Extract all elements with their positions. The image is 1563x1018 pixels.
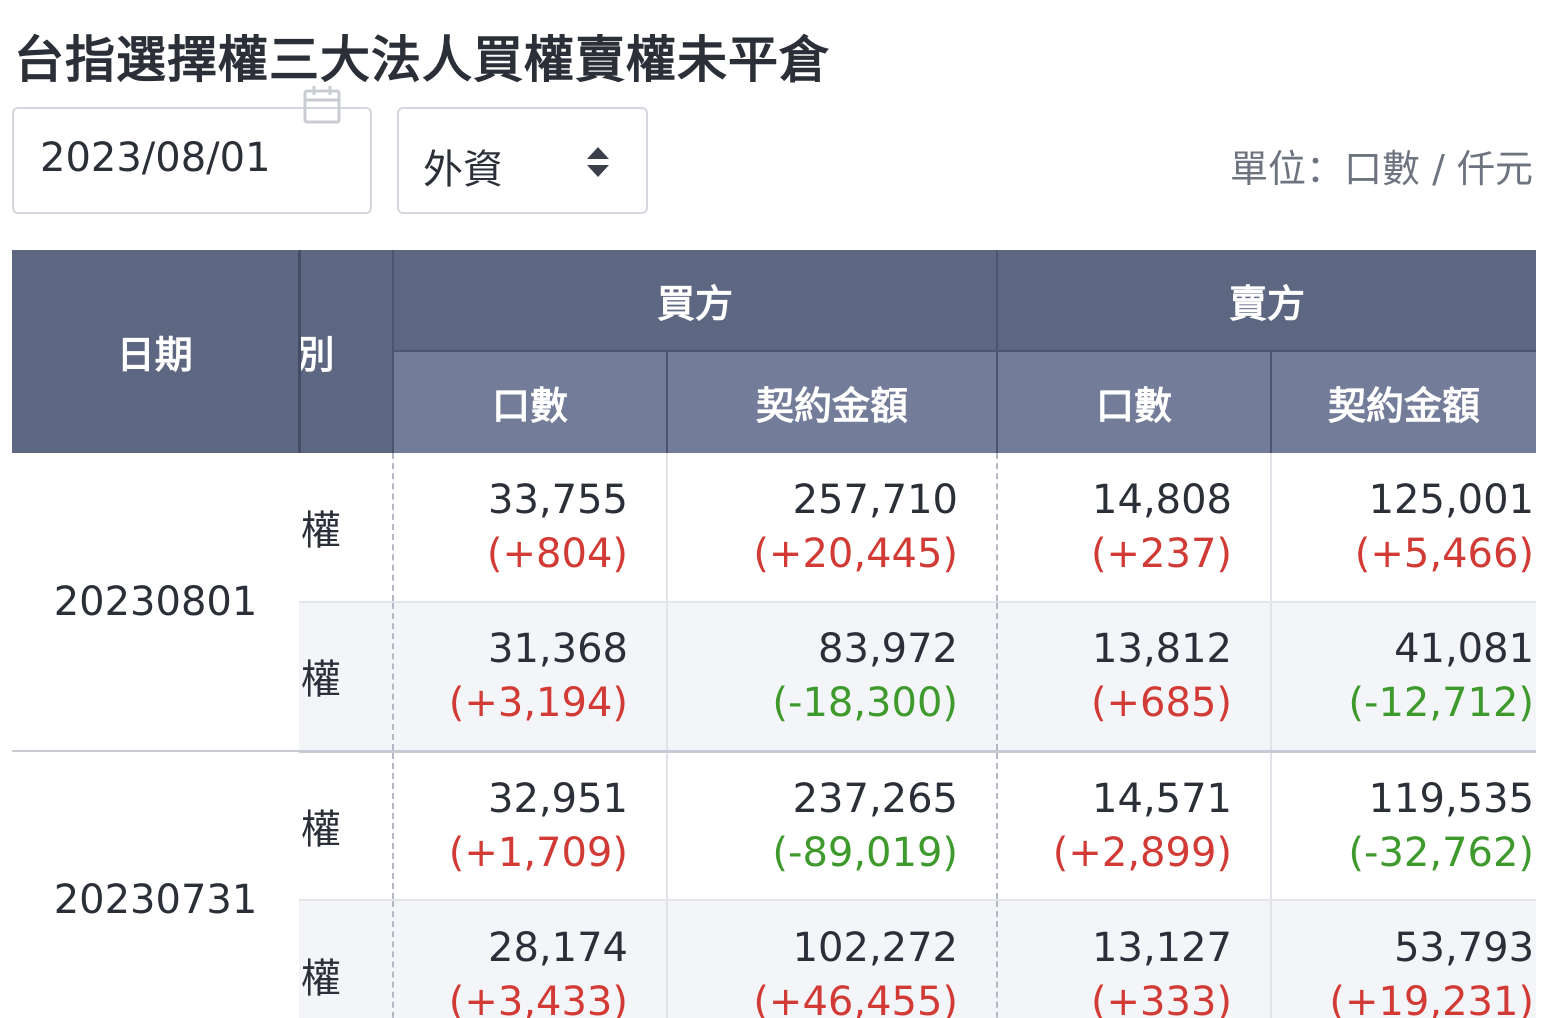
buy-amount-change: (-89,019)	[772, 829, 959, 876]
investor-select-value: 外資	[423, 147, 503, 193]
buy-amount-change: (+20,445)	[753, 531, 959, 577]
sell-qty-value: 13,812	[1092, 626, 1233, 673]
type-label: 賣權	[299, 955, 341, 1002]
header-buy-qty: 口數	[392, 350, 667, 453]
sell-qty-cell: 14,571 (+2,899)	[996, 751, 1272, 901]
date-picker[interactable]	[12, 86, 372, 214]
buy-qty-cell: 31,368 (+3,194)	[392, 602, 667, 753]
open-interest-table-container[interactable]: 日期 權別 買方 賣方 口數 契約金額 口數 契約金額 20230801 買權 …	[12, 250, 1536, 1018]
date-cell: 20230801	[12, 453, 299, 752]
buy-qty-change: (+804)	[486, 531, 628, 577]
sell-amount-cell: 125,001 (+5,466)	[1270, 453, 1536, 603]
sell-qty-change: (+685)	[1090, 680, 1233, 727]
date-cell: 20230731	[12, 751, 299, 1018]
header-sell-amount: 契約金額	[1270, 350, 1536, 453]
type-cell: 買權	[299, 453, 393, 603]
type-label: 買權	[299, 806, 341, 853]
buy-amount-value: 102,272	[792, 924, 959, 971]
type-cell: 賣權	[299, 602, 393, 753]
type-label: 買權	[299, 508, 341, 554]
table-row: 20230801 買權 33,755 (+804) 257,710 (+20,445…	[12, 453, 1536, 752]
buy-qty-change: (+3,433)	[448, 978, 628, 1018]
buy-qty-value: 33,755	[488, 477, 628, 523]
sell-qty-value: 14,571	[1092, 775, 1233, 822]
header-sell-amount-label: 契約金額	[1328, 384, 1481, 428]
type-cell: 買權	[299, 751, 393, 901]
sell-amount-change: (+5,466)	[1354, 531, 1535, 577]
header-date: 日期	[12, 250, 301, 453]
header-sell-qty: 口數	[996, 350, 1272, 453]
header-type-label: 權別	[299, 333, 335, 377]
buy-amount-value: 83,972	[818, 626, 959, 673]
unit-label: 單位：口數 / 仟元	[1230, 147, 1533, 191]
buy-qty-cell: 32,951 (+1,709)	[392, 751, 667, 901]
sell-qty-value: 14,808	[1092, 477, 1233, 523]
sell-amount-value: 125,001	[1368, 477, 1535, 523]
open-interest-table: 日期 權別 買方 賣方 口數 契約金額 口數 契約金額 20230801 買權 …	[12, 250, 1536, 1018]
sell-qty-cell: 13,812 (+685)	[996, 602, 1272, 753]
header-buy-amount-label: 契約金額	[756, 384, 909, 428]
sell-qty-change: (+237)	[1090, 531, 1233, 577]
buy-amount-cell: 237,265 (-89,019)	[665, 751, 998, 901]
calendar-icon[interactable]	[302, 85, 342, 125]
sell-qty-cell: 14,808 (+237)	[996, 453, 1272, 603]
header-type: 權別	[299, 250, 393, 453]
header-buy-amount: 契約金額	[665, 350, 998, 453]
sell-qty-value: 13,127	[1092, 924, 1233, 971]
buy-qty-cell: 28,174 (+3,433)	[392, 900, 667, 1018]
sell-amount-value: 53,793	[1394, 924, 1535, 971]
buy-qty-value: 32,951	[488, 775, 628, 822]
buy-amount-cell: 102,272 (+46,455)	[665, 900, 998, 1018]
sell-qty-cell: 13,127 (+333)	[996, 900, 1272, 1018]
buy-qty-cell: 33,755 (+804)	[392, 453, 667, 603]
sell-amount-cell: 41,081 (-12,712)	[1270, 602, 1536, 753]
buy-qty-change: (+1,709)	[448, 829, 628, 876]
sell-amount-change: (-12,712)	[1348, 680, 1535, 727]
sell-amount-value: 119,535	[1368, 775, 1535, 822]
buy-amount-change: (-18,300)	[772, 680, 959, 727]
buy-amount-cell: 83,972 (-18,300)	[665, 602, 998, 753]
sell-amount-cell: 53,793 (+19,231)	[1270, 900, 1536, 1018]
sell-qty-change: (+2,899)	[1052, 829, 1233, 876]
up-down-arrows-icon	[587, 147, 609, 177]
header-buy-qty-label: 口數	[491, 384, 568, 428]
buy-qty-change: (+3,194)	[448, 680, 628, 727]
table-row: 20230731 買權 32,951 (+1,709) 237,265 (-89,0…	[12, 751, 1536, 1018]
header-sell: 賣方	[996, 250, 1536, 351]
type-cell: 賣權	[299, 900, 393, 1018]
sell-amount-change: (+19,231)	[1329, 978, 1535, 1018]
date-input[interactable]	[40, 135, 340, 181]
buy-qty-value: 31,368	[488, 626, 628, 673]
page-title: 台指選擇權三大法人買權賣權未平倉	[14, 31, 830, 89]
buy-amount-value: 257,710	[792, 477, 959, 523]
sell-amount-cell: 119,535 (-32,762)	[1270, 751, 1536, 901]
buy-amount-value: 237,265	[792, 775, 959, 822]
investor-select[interactable]: 外資	[397, 107, 648, 214]
sell-amount-value: 41,081	[1394, 626, 1535, 673]
header-sell-qty-label: 口數	[1096, 384, 1173, 428]
buy-amount-change: (+46,455)	[753, 978, 959, 1018]
header-buy: 買方	[391, 250, 998, 351]
buy-amount-cell: 257,710 (+20,445)	[665, 453, 998, 603]
sell-amount-change: (-32,762)	[1348, 829, 1535, 876]
sell-qty-change: (+333)	[1090, 978, 1233, 1018]
buy-qty-value: 28,174	[488, 924, 628, 971]
type-label: 賣權	[299, 657, 341, 704]
